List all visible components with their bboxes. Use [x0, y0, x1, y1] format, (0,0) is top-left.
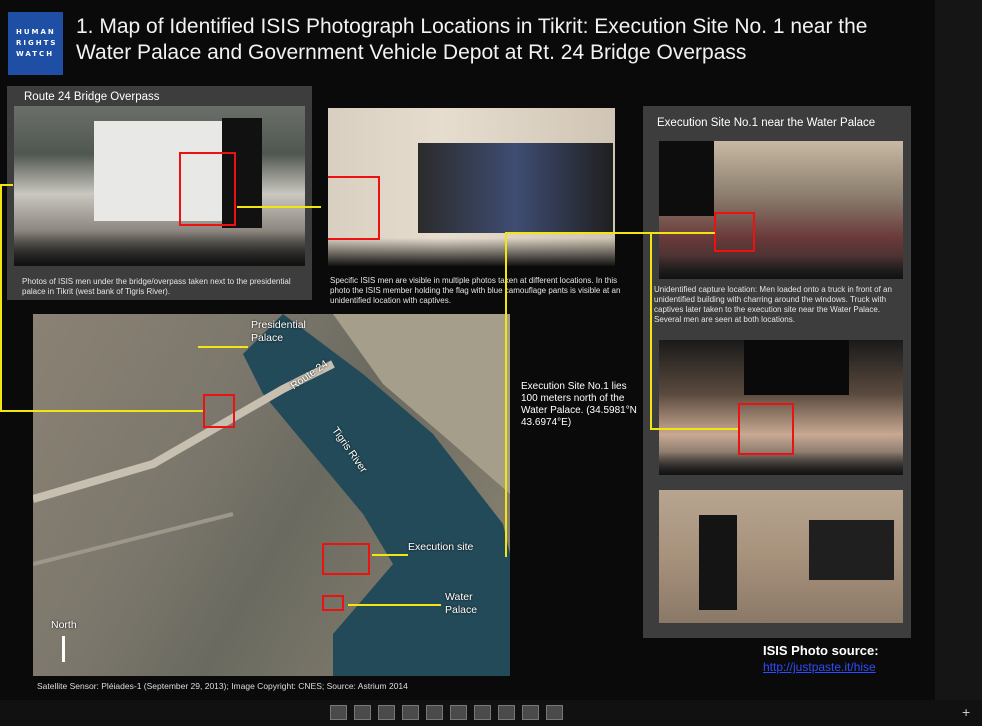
- captives-row: [809, 520, 894, 580]
- captives-photo: [328, 108, 615, 266]
- bridge-photo: [14, 106, 305, 266]
- thumbnail-2[interactable]: [354, 705, 371, 720]
- thumbnail-1[interactable]: [330, 705, 347, 720]
- thumbnail-6[interactable]: [450, 705, 467, 720]
- logo-line-2: RIGHTS: [16, 39, 58, 47]
- zoom-plus-icon[interactable]: +: [962, 704, 970, 720]
- thumbnail-9[interactable]: [522, 705, 539, 720]
- connector-line: [0, 184, 2, 412]
- thumbnail-3[interactable]: [378, 705, 395, 720]
- pointer-line: [372, 554, 408, 556]
- thumbnail-strip: [0, 700, 982, 726]
- group-shape: [418, 143, 613, 233]
- north-label: North: [51, 619, 77, 631]
- source-label: ISIS Photo source:: [763, 643, 879, 658]
- pointer-line: [198, 346, 248, 348]
- thumbnail-10[interactable]: [546, 705, 563, 720]
- thumbnail-8[interactable]: [498, 705, 515, 720]
- fighter-figure: [699, 515, 737, 610]
- pointer-line: [348, 604, 441, 606]
- highlight-box: [714, 212, 755, 252]
- bridge-marker: [203, 394, 235, 428]
- presidential-palace-label: Presidential Palace: [251, 319, 306, 344]
- execution-panel-header: Execution Site No.1 near the Water Palac…: [657, 117, 876, 129]
- connector-line: [650, 428, 738, 430]
- fighter-figure: [659, 141, 714, 216]
- thumbnail-5[interactable]: [426, 705, 443, 720]
- hrw-logo: HUMAN RIGHTS WATCH: [8, 12, 63, 75]
- logo-line-3: WATCH: [16, 50, 55, 58]
- route-24-road: [33, 360, 335, 503]
- thumbnail-4[interactable]: [402, 705, 419, 720]
- photo-banner: [659, 256, 903, 279]
- bridge-panel-header: Route 24 Bridge Overpass: [24, 91, 160, 103]
- connector-line: [505, 232, 715, 234]
- source-link[interactable]: http://justpaste.it/hise: [763, 660, 876, 674]
- satellite-credit: Satellite Sensor: Pléiades-1 (September …: [37, 681, 408, 691]
- execution-panel-caption: Unidentified capture location: Men loade…: [654, 285, 892, 324]
- photo-banner: [14, 231, 305, 266]
- connector-line: [505, 232, 507, 557]
- photo-banner: [659, 452, 903, 475]
- truck-captives-photo: [659, 141, 903, 279]
- photo-banner: [328, 238, 615, 266]
- highlight-box: [738, 403, 794, 455]
- middle-caption: Specific ISIS men are visible in multipl…: [330, 276, 621, 305]
- execution-site-label: Execution site: [408, 541, 474, 553]
- thumbnail-7[interactable]: [474, 705, 491, 720]
- execution-site-note: Execution Site No.1 lies 100 meters nort…: [521, 381, 637, 428]
- highlight-box: [328, 176, 380, 240]
- highlight-box: [179, 152, 236, 226]
- logo-line-1: HUMAN: [16, 28, 56, 36]
- north-arrow-icon: [62, 636, 65, 662]
- slide: HUMAN RIGHTS WATCH 1. Map of Identified …: [0, 0, 935, 700]
- bridge-panel-caption: Photos of ISIS men under the bridge/over…: [22, 277, 291, 296]
- viewer-sidebar: [935, 0, 982, 700]
- connector-line: [650, 232, 652, 430]
- execution-site-marker: [322, 543, 370, 575]
- water-palace-marker: [322, 595, 344, 611]
- connector-line: [237, 206, 321, 208]
- execution-site-photo-2: [659, 490, 903, 623]
- isis-flag: [744, 340, 849, 395]
- map-graphic: [33, 314, 510, 676]
- side-road: [33, 512, 234, 566]
- slide-title: 1. Map of Identified ISIS Photograph Loc…: [76, 15, 868, 64]
- satellite-map: Presidential Palace Route 24 Tigris Rive…: [33, 314, 510, 676]
- connector-line: [0, 410, 203, 412]
- water-palace-label: Water Palace: [445, 591, 478, 616]
- execution-site-photo-1: [659, 340, 903, 475]
